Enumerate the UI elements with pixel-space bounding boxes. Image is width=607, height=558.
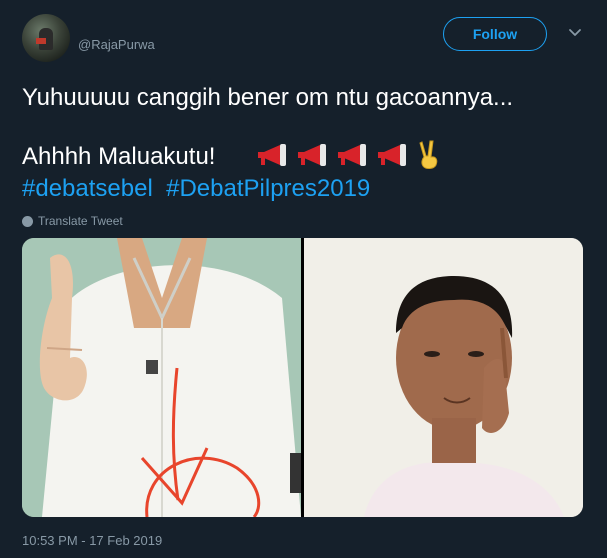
follow-button[interactable]: Follow xyxy=(443,17,547,51)
megaphone-icon xyxy=(338,144,366,166)
megaphone-icon xyxy=(258,144,286,166)
tweet-text-line2: Ahhhh Maluakutu! xyxy=(22,143,216,170)
hashtag-link[interactable]: #debatsebel xyxy=(22,175,153,202)
megaphone-icon xyxy=(298,144,326,166)
megaphone-icon xyxy=(378,144,406,166)
tweet-header: @RajaPurwa Follow xyxy=(22,14,592,64)
hashtag-link[interactable]: #DebatPilpres2019 xyxy=(166,175,370,202)
emoji-row xyxy=(256,139,442,171)
photo-illustration xyxy=(304,238,583,517)
translate-tweet-link[interactable]: Translate Tweet xyxy=(22,214,123,228)
tweet-timestamp[interactable]: 10:53 PM - 17 Feb 2019 xyxy=(22,533,162,548)
photo-illustration xyxy=(22,238,301,517)
globe-icon xyxy=(22,215,33,227)
tweet-media[interactable] xyxy=(22,238,583,517)
victory-hand-icon xyxy=(419,140,438,169)
hashtags: #debatsebel #DebatPilpres2019 xyxy=(22,175,370,203)
photo-man-portrait[interactable] xyxy=(304,238,583,517)
avatar[interactable] xyxy=(22,14,70,62)
photo-shirt-closeup[interactable] xyxy=(22,238,301,517)
chevron-down-icon[interactable] xyxy=(568,26,582,40)
user-handle[interactable]: @RajaPurwa xyxy=(78,37,155,52)
translate-label: Translate Tweet xyxy=(38,214,123,228)
tweet-text-line1: Yuhuuuuu canggih bener om ntu gacoannya.… xyxy=(22,84,514,111)
